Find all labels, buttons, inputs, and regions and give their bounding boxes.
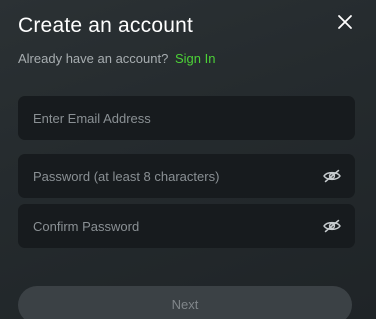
eye-icon[interactable] [322,216,342,236]
page-title: Create an account [18,14,194,37]
next-button[interactable]: Next [18,286,352,319]
eye-icon[interactable] [322,166,342,186]
sign-in-link[interactable]: Sign In [175,51,215,66]
confirm-password-field[interactable] [18,204,355,248]
close-icon[interactable] [335,12,355,32]
signin-prompt-text: Already have an account? [18,51,169,66]
email-field-container [18,96,355,140]
signin-prompt: Already have an account? Sign In [18,51,215,66]
password-field-container [18,154,355,198]
confirm-password-field-container [18,204,355,248]
email-field[interactable] [18,96,355,140]
password-field[interactable] [18,154,355,198]
